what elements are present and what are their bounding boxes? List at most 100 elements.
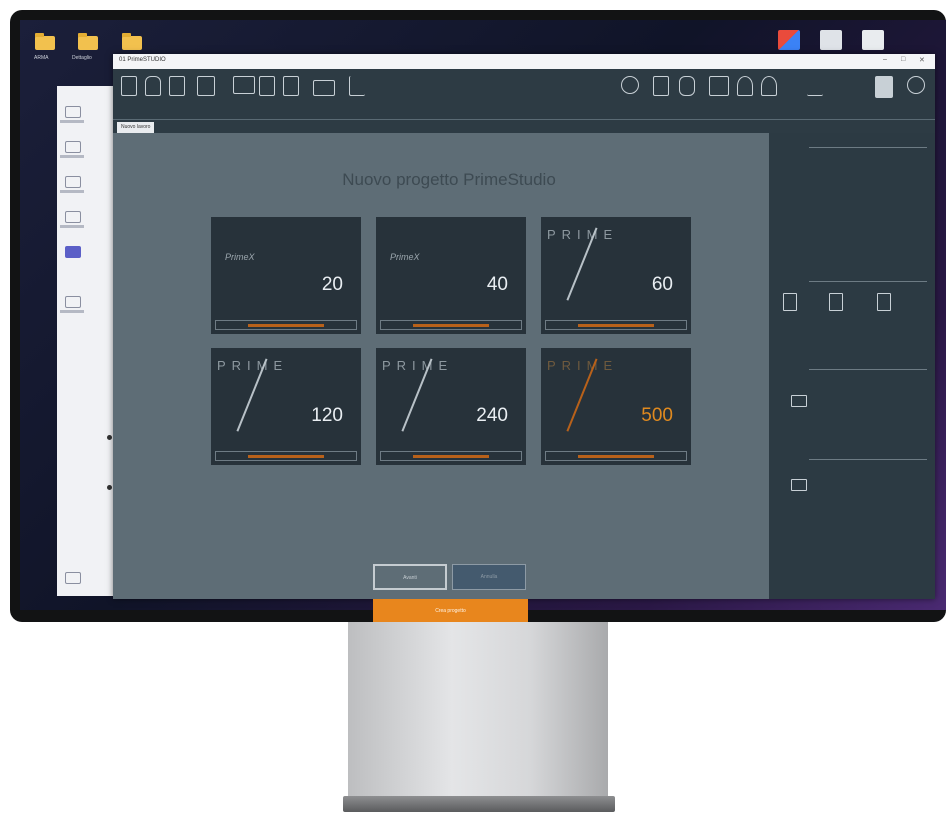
divider [809,369,927,370]
database-icon [679,76,695,96]
project-card-40[interactable]: PrimeX 40 [376,217,526,334]
users-icon [761,76,777,96]
save-icon [169,76,185,96]
ribbon-export-button[interactable] [255,74,281,116]
folder-icon[interactable] [122,33,142,50]
share-icon [283,76,299,96]
card-logo: PRIME [382,358,454,373]
card-logo: PRIME [547,227,619,242]
monitor-icon [197,76,215,96]
ribbon-users-button[interactable] [757,74,783,116]
briefcase-icon [313,80,335,96]
nav-label [60,225,84,228]
main-content: Nuovo progetto PrimeStudio PrimeX 20 Pri… [113,133,769,625]
card-value: 500 [641,405,673,426]
divider [809,147,927,148]
nav-icon[interactable] [65,572,81,584]
search-document-icon [875,76,893,98]
file-icon [145,76,161,96]
nav-label [60,120,84,123]
ribbon-calendar-button[interactable] [705,74,731,116]
nav-icon[interactable] [65,211,81,223]
maximize-button[interactable]: □ [901,56,905,63]
document-icon[interactable] [829,293,843,311]
download-icon [807,76,823,96]
ribbon-briefcase-button[interactable] [309,74,335,116]
folder-icon[interactable] [35,33,55,50]
monitor-icon[interactable] [791,395,807,407]
bar-chart-icon [349,76,365,96]
nav-icon[interactable] [65,246,81,258]
divider [809,281,927,282]
nav-label [60,190,84,193]
document-icon[interactable] [783,293,797,311]
monitor-stand-base [343,796,615,812]
ribbon-home-button[interactable] [649,74,675,116]
list-bullet [107,435,112,440]
desktop-icon-label: ARMA [34,55,49,61]
app-shortcut-icon[interactable] [862,30,884,50]
ribbon-settings-button[interactable] [617,74,643,116]
card-value: 40 [486,274,508,295]
nav-label [60,310,84,313]
ribbon-share-button[interactable] [279,74,305,116]
window-title: 01 PrimeSTUDIO [119,57,166,63]
card-value: 60 [651,274,673,295]
calendar-icon [709,76,729,96]
card-label-bar [545,451,687,461]
card-logo: PrimeX [390,252,420,262]
document-icon [121,76,137,96]
nav-icon[interactable] [65,176,81,188]
home-icon [653,76,669,96]
divider [809,459,927,460]
project-card-500[interactable]: PRIME 500 [541,348,691,465]
card-value: 20 [321,274,343,295]
nav-label [60,155,84,158]
nav-icon[interactable] [65,106,81,118]
app-shortcut-icon[interactable] [820,30,842,50]
ribbon-download-button[interactable] [803,74,829,116]
project-card-60[interactable]: PRIME 60 [541,217,691,334]
ribbon-print-button[interactable] [229,74,255,116]
next-button[interactable]: Avanti [373,564,447,590]
card-logo: PRIME [217,358,289,373]
document-icon[interactable] [877,293,891,311]
ribbon-import-button[interactable] [193,74,219,116]
print-icon [233,76,255,94]
close-button[interactable]: ✕ [919,56,925,64]
ribbon-new-button[interactable] [117,74,143,116]
nav-icon[interactable] [65,141,81,153]
project-card-120[interactable]: PRIME 120 [211,348,361,465]
ribbon-database-button[interactable] [675,74,701,116]
monitor-stand [348,622,608,802]
user-icon [737,76,753,96]
card-label-bar [215,451,357,461]
cancel-button[interactable]: Annulla [452,564,526,590]
ribbon-save-button[interactable] [165,74,191,116]
desktop-icon-label: Dettaglio [72,55,92,61]
page-title: Nuovo progetto PrimeStudio [342,170,556,189]
ribbon-clock-button[interactable] [903,74,929,116]
ribbon-toolbar [113,69,935,119]
app-shortcut-icon[interactable] [778,30,800,50]
background-app-window [57,86,117,596]
ribbon-search-button[interactable] [871,74,897,116]
ribbon-open-button[interactable] [141,74,167,116]
project-card-20[interactable]: PrimeX 20 [211,217,361,334]
nav-icon[interactable] [65,296,81,308]
ribbon-stats-button[interactable] [345,74,371,116]
side-panel [769,133,935,599]
tab-new-job[interactable]: Nuovo lavoro [117,122,155,133]
primestudio-window: 01 PrimeSTUDIO – □ ✕ Nuovo lavoro Nuovo … [113,54,935,625]
card-value: 120 [311,405,343,426]
ribbon-user-button[interactable] [733,74,759,116]
monitor-icon[interactable] [791,479,807,491]
title-bar: 01 PrimeSTUDIO – □ ✕ [113,54,935,69]
folder-icon[interactable] [78,33,98,50]
card-logo: PRIME [547,358,619,373]
card-label-bar [215,320,357,330]
tab-strip: Nuovo lavoro [113,119,935,134]
project-card-240[interactable]: PRIME 240 [376,348,526,465]
card-label-bar [545,320,687,330]
minimize-button[interactable]: – [883,56,887,63]
